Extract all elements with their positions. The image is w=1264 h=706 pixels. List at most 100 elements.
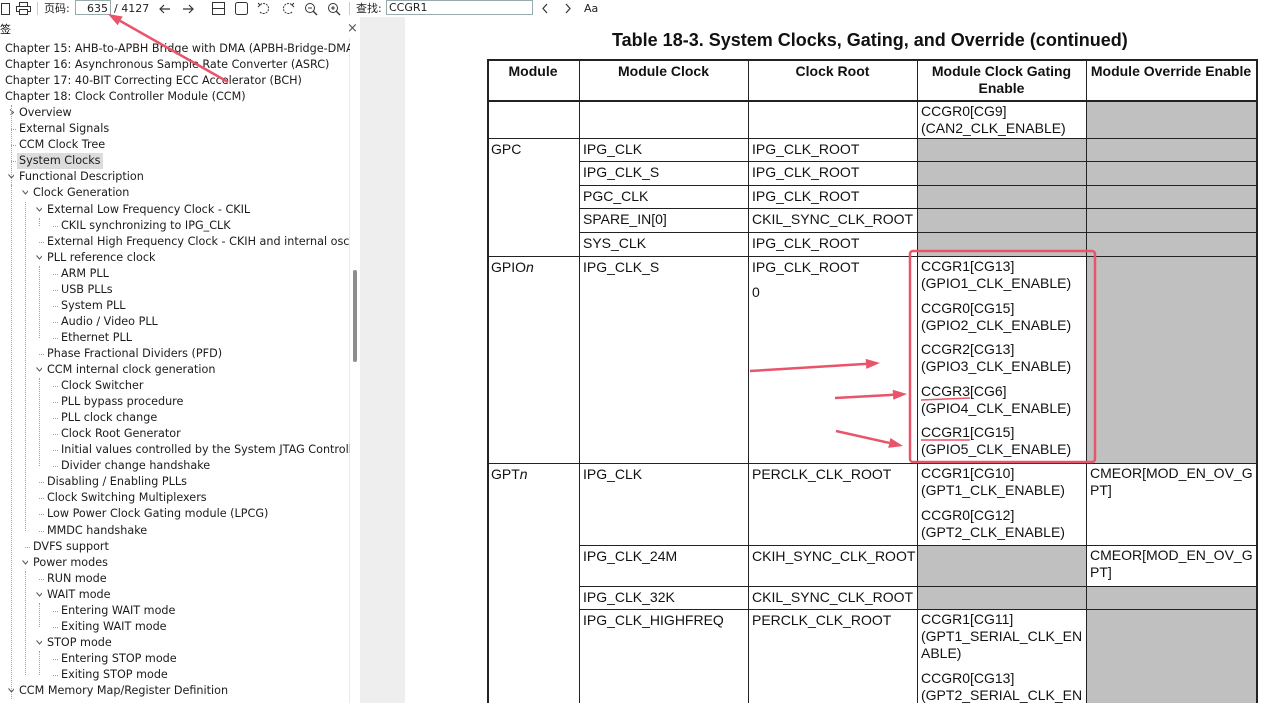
module-name: GPIO — [491, 259, 527, 275]
sidebar-item[interactable]: Ethernet PLL — [0, 330, 350, 346]
table-rule — [579, 161, 1257, 162]
sidebar-item[interactable]: CCM internal clock generation — [0, 362, 350, 378]
sidebar-item[interactable]: Clock Generation — [0, 185, 350, 201]
tree-connector — [53, 610, 58, 612]
sidebar-item[interactable]: External High Frequency Clock - CKIH and… — [0, 234, 350, 250]
sidebar-item[interactable]: DVFS support — [0, 539, 350, 555]
sidebar-item-label: MMDC handshake — [47, 523, 148, 537]
find-next-icon[interactable] — [561, 0, 575, 17]
fit-page-icon[interactable] — [233, 0, 249, 17]
sidebar-item-label: Chapter 16: Asynchronous Sample Rate Con… — [5, 58, 330, 72]
sidebar-item[interactable]: STOP mode — [0, 635, 350, 651]
gating-line: CCGR2[CG13] — [921, 341, 1015, 357]
sidebar-item[interactable]: CCM Clock Tree — [0, 137, 350, 153]
sidebar-scrollbar[interactable] — [353, 270, 357, 362]
find-input[interactable]: CCGR1 — [386, 0, 533, 15]
sidebar-item[interactable]: Divider change handshake — [0, 458, 350, 474]
module-clock-cell: IPG_CLK_S — [583, 164, 660, 180]
sidebar-item[interactable]: RUN mode — [0, 571, 350, 587]
forward-icon[interactable] — [181, 0, 195, 17]
gating-line: (CAN2_CLK_ENABLE) — [921, 120, 1066, 136]
table-rule — [487, 59, 1257, 61]
sidebar-item[interactable]: Chapter 16: Asynchronous Sample Rate Con… — [0, 57, 350, 73]
chevron-down-icon[interactable] — [36, 366, 42, 372]
sidebar-title: 签 — [0, 23, 11, 36]
back-icon[interactable] — [158, 0, 172, 17]
sidebar-item[interactable]: Clock Root Generator — [0, 426, 350, 442]
chevron-down-icon[interactable] — [22, 189, 28, 196]
sidebar-item[interactable]: Disabling / Enabling PLLs — [0, 474, 350, 490]
sidebar-item[interactable]: Exiting WAIT mode — [0, 619, 350, 635]
sidebar-item[interactable]: PLL clock change — [0, 410, 350, 426]
find-label: 查找: — [356, 2, 382, 15]
sidebar-item-label: Entering STOP mode — [61, 651, 177, 665]
find-prev-icon[interactable] — [538, 0, 552, 17]
chevron-down-icon[interactable] — [22, 559, 28, 565]
sidebar-item[interactable]: Audio / Video PLL — [0, 314, 350, 330]
toolbar-separator — [36, 0, 38, 17]
sidebar-item[interactable]: Low Power Clock Gating module (LPCG) — [0, 506, 350, 522]
sidebar-item[interactable]: Phase Fractional Dividers (PFD) — [0, 346, 350, 362]
sidebar-item[interactable]: WAIT mode — [0, 587, 350, 603]
zoom-out-icon[interactable] — [303, 0, 319, 17]
sidebar-item[interactable]: External Signals — [0, 121, 350, 137]
sidebar-item[interactable]: Clock Switching Multiplexers — [0, 490, 350, 506]
sidebar-item[interactable]: Power modes — [0, 555, 350, 571]
sidebar-item-label: USB PLLs — [61, 282, 113, 296]
sidebar-item[interactable]: USB PLLs — [0, 282, 350, 298]
sidebar-item[interactable]: Functional Description — [0, 169, 350, 185]
table-rule — [487, 100, 1257, 102]
sidebar-item-label: Phase Fractional Dividers (PFD) — [47, 346, 223, 360]
clock-root-cell: CKIL_SYNC_CLK_ROOT — [752, 211, 914, 227]
sidebar-item-label: Chapter 15: AHB-to-APBH Bridge with DMA … — [5, 42, 350, 55]
module-clock-cell: IPG_CLK_32K — [583, 589, 675, 605]
sidebar-item[interactable]: PLL bypass procedure — [0, 394, 350, 410]
rotate-left-icon[interactable] — [256, 0, 272, 17]
sidebar-item[interactable]: Chapter 17: 40-BIT Correcting ECC Accele… — [0, 73, 350, 89]
sidebar-item[interactable]: Entering STOP mode — [0, 651, 350, 667]
tree-guide-line — [39, 217, 40, 226]
sidebar-item[interactable]: CCM Memory Map/Register Definition — [0, 683, 350, 699]
gray-cell — [1086, 609, 1256, 703]
tree-connector — [39, 530, 44, 532]
sidebar-item[interactable]: System PLL — [0, 298, 350, 314]
rotate-right-icon[interactable] — [280, 0, 296, 17]
sidebar-item[interactable]: Overview — [0, 105, 350, 121]
chevron-down-icon[interactable] — [36, 254, 42, 260]
table-header-cell: Module Override Enable — [1090, 63, 1252, 79]
gating-paragraph: CCGR0[CG15] (GPIO2_CLK_ENABLE) — [921, 300, 1082, 334]
gray-cell — [917, 138, 1086, 161]
single-page-icon[interactable] — [210, 0, 226, 17]
sidebar-item-label: Initial values controlled by the System … — [61, 443, 350, 457]
tree-connector — [53, 225, 58, 227]
chevron-down-icon[interactable] — [36, 591, 42, 597]
print-icon[interactable] — [14, 0, 32, 17]
tree-connector — [25, 546, 30, 548]
zoom-in-icon[interactable] — [326, 0, 342, 17]
close-icon[interactable]: × — [347, 21, 358, 37]
sidebar-item[interactable]: Clock Switcher — [0, 378, 350, 394]
sidebar-item-label: Divider change handshake — [61, 459, 211, 473]
table-rule — [579, 232, 1257, 233]
page-number-input[interactable]: 635 — [75, 0, 111, 15]
tree-connector — [53, 273, 58, 275]
module-name: GPT — [491, 466, 520, 482]
sidebar-item[interactable]: Chapter 15: AHB-to-APBH Bridge with DMA … — [0, 41, 350, 57]
sidebar-item-label: WAIT mode — [47, 587, 111, 601]
sidebar-item[interactable]: CKIL synchronizing to IPG_CLK — [0, 218, 350, 234]
sidebar-item[interactable]: PLL reference clock — [0, 250, 350, 266]
font-size-button[interactable]: Aa — [584, 0, 598, 17]
sidebar-item[interactable]: ARM PLL — [0, 266, 350, 282]
tree-connector — [53, 450, 58, 452]
sidebar-item[interactable]: MMDC handshake — [0, 523, 350, 539]
chevron-down-icon[interactable] — [36, 639, 42, 645]
sidebar-item[interactable]: Entering WAIT mode — [0, 603, 350, 619]
chevron-down-icon[interactable] — [36, 206, 42, 212]
sidebar-item[interactable]: System Clocks — [0, 153, 350, 170]
page-icon[interactable] — [0, 0, 10, 17]
sidebar-item[interactable]: Initial values controlled by the System … — [0, 442, 350, 458]
sidebar-item[interactable]: External Low Frequency Clock - CKIL — [0, 202, 350, 218]
sidebar-item[interactable]: Exiting STOP mode — [0, 667, 350, 683]
sidebar-item[interactable]: Chapter 18: Clock Controller Module (CCM… — [0, 89, 350, 105]
tree-connector — [39, 241, 44, 243]
